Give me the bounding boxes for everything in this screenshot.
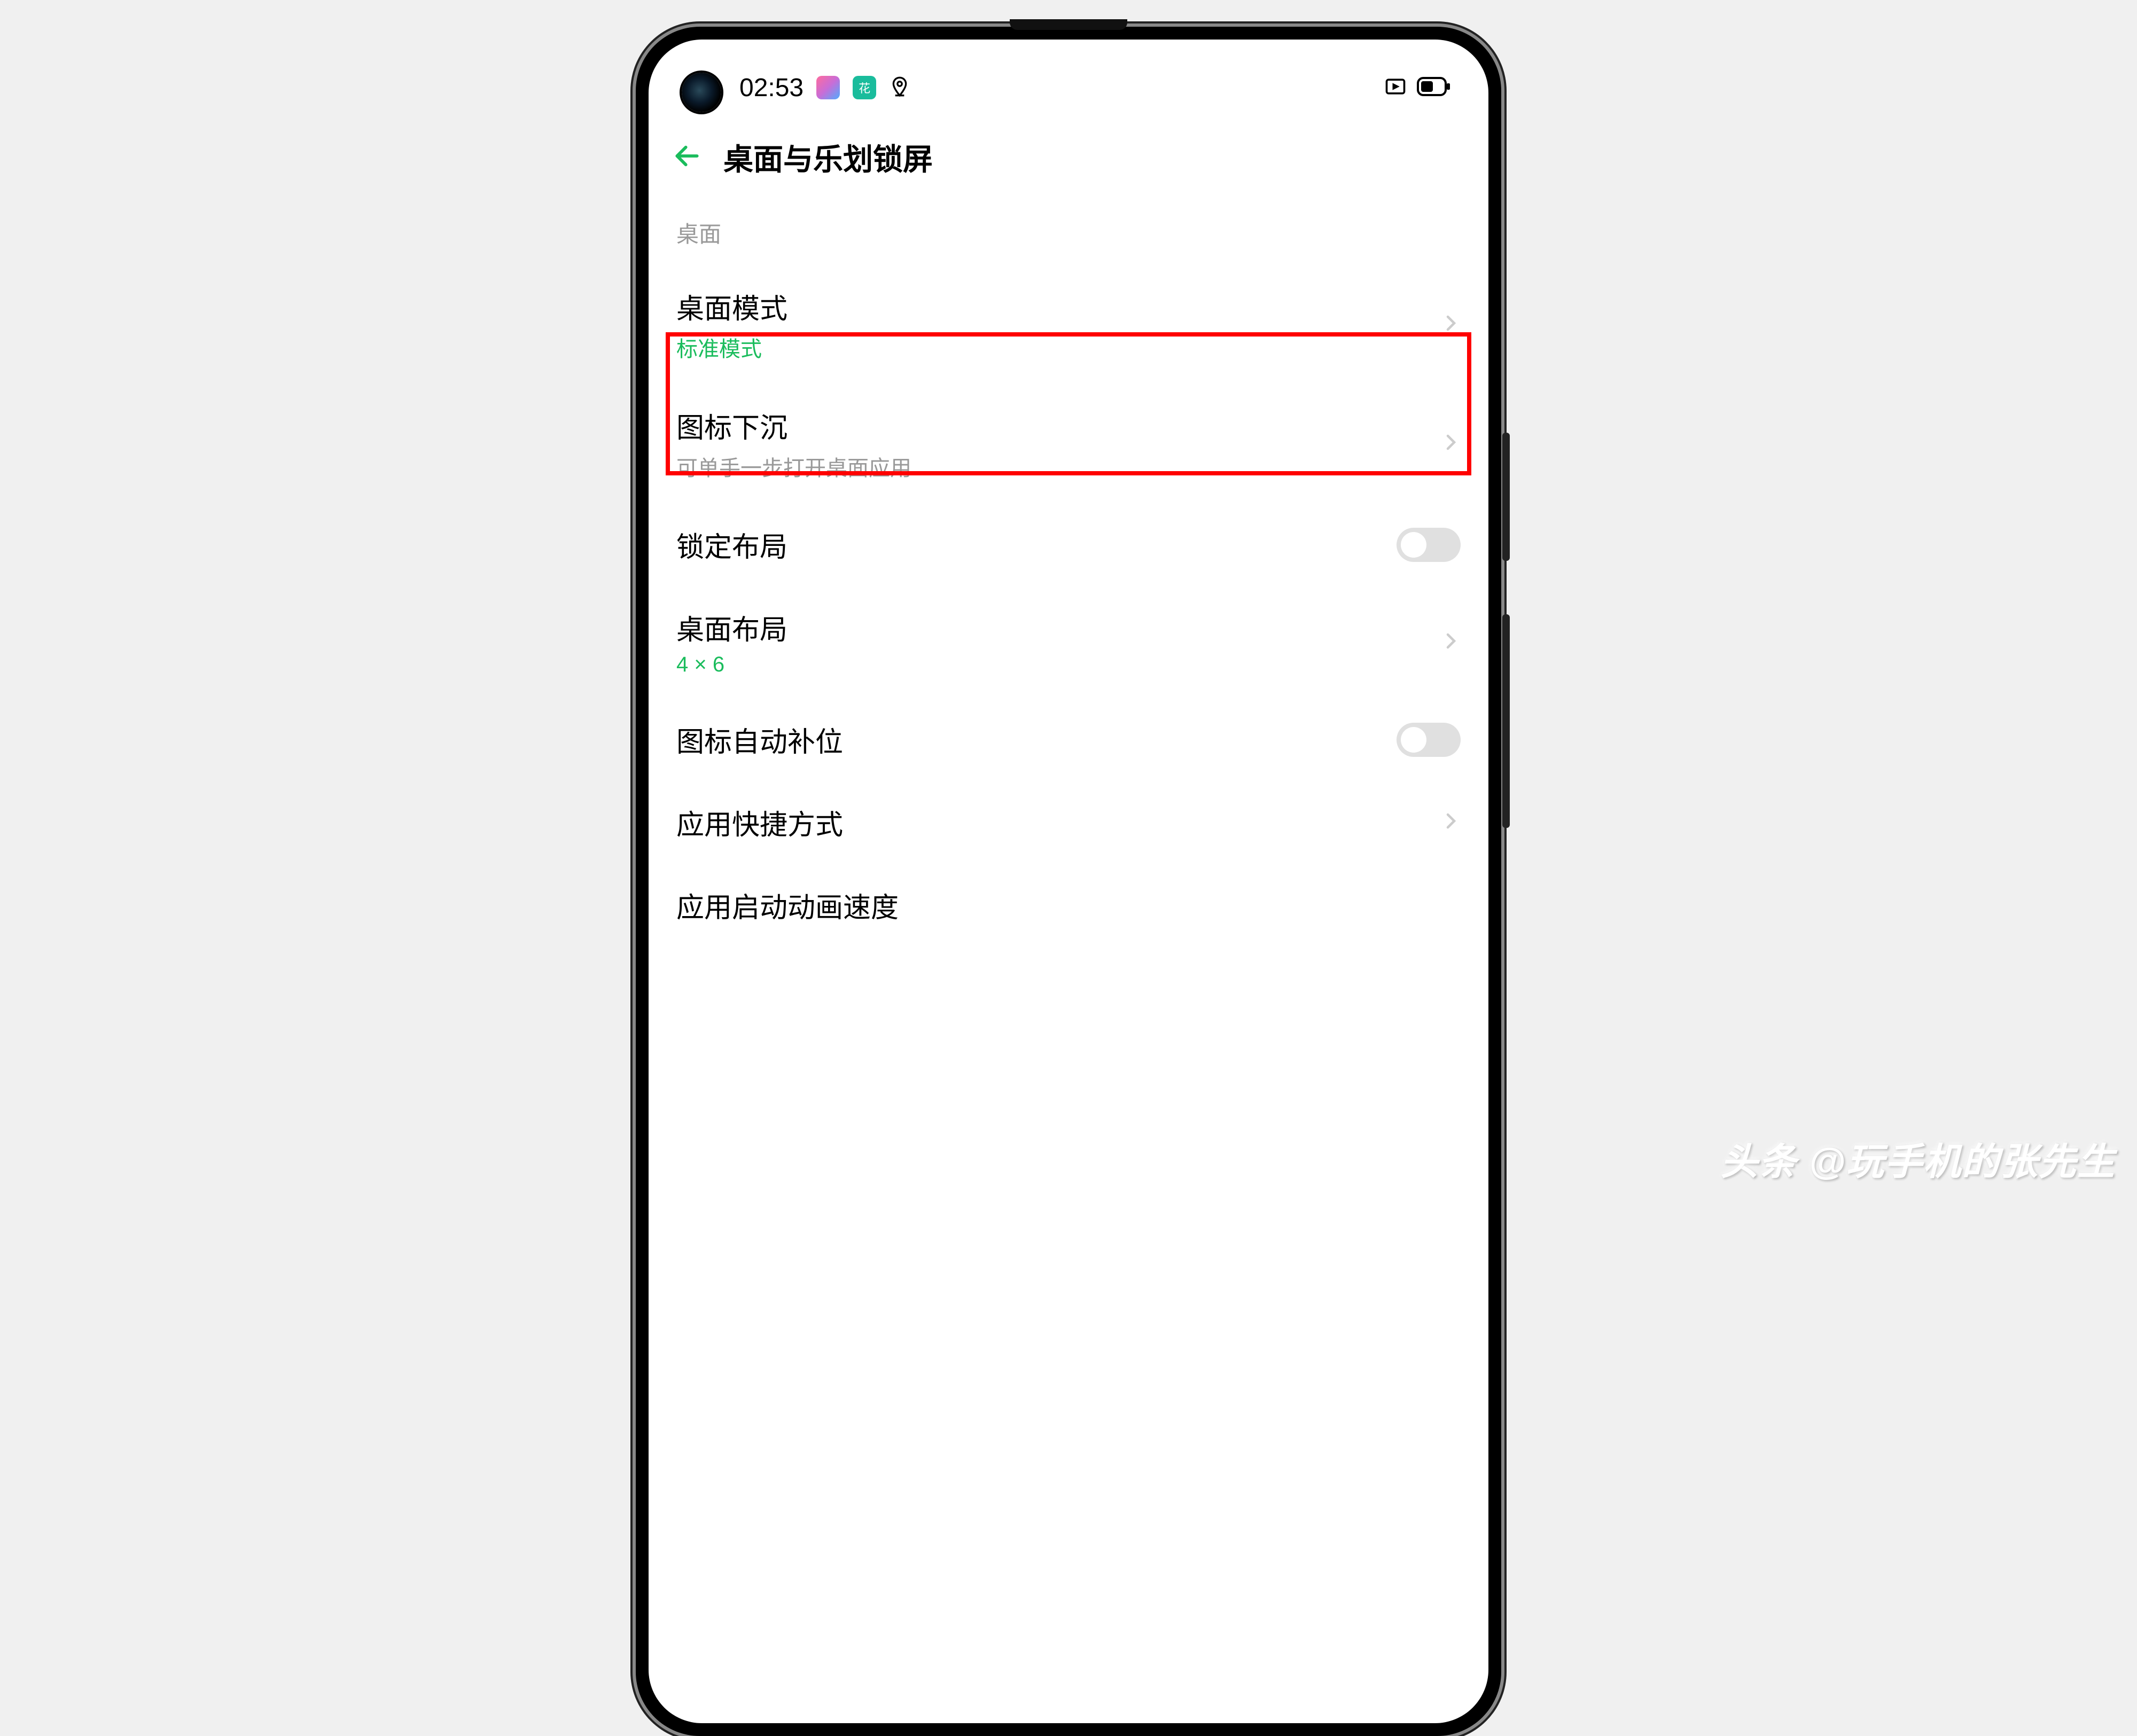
status-left: 02:53 花: [739, 73, 910, 103]
item-title: 桌面模式: [676, 286, 787, 326]
speaker-slot: [1010, 19, 1127, 30]
battery-icon: [1417, 76, 1451, 100]
item-icon-autofill[interactable]: 图标自动补位: [649, 698, 1488, 781]
item-title: 应用快捷方式: [676, 802, 843, 842]
status-app-icon-2: 花: [853, 76, 876, 99]
toggle-icon-autofill[interactable]: [1397, 723, 1461, 757]
item-desktop-layout[interactable]: 桌面布局 4 × 6: [649, 586, 1488, 698]
item-title: 应用启动动画速度: [676, 885, 899, 925]
back-arrow-icon[interactable]: [672, 141, 702, 174]
status-bar: 02:53 花: [649, 40, 1488, 114]
item-app-shortcut[interactable]: 应用快捷方式: [649, 781, 1488, 864]
status-right: [1384, 75, 1451, 101]
page-title: 桌面与乐划锁屏: [723, 136, 933, 179]
toggle-lock-layout[interactable]: [1397, 528, 1461, 562]
screencast-icon: [1384, 75, 1407, 101]
item-lock-layout[interactable]: 锁定布局: [649, 503, 1488, 586]
chevron-right-icon: [1441, 631, 1461, 653]
status-clock: 02:53: [739, 73, 804, 103]
item-subtitle: 标准模式: [676, 332, 787, 363]
nav-bar: 桌面与乐划锁屏: [649, 114, 1488, 206]
status-app-icon-1: [816, 76, 840, 99]
phone-frame: 02:53 花: [636, 27, 1501, 1736]
item-icon-sink[interactable]: 图标下沉 可单手一步打开桌面应用: [649, 384, 1488, 503]
item-title: 图标自动补位: [676, 720, 843, 760]
watermark-text: 头条 @玩手机的张先生: [1720, 1132, 2116, 1186]
item-subtitle: 4 × 6: [676, 653, 787, 677]
item-app-anim-speed[interactable]: 应用启动动画速度: [649, 864, 1488, 947]
item-title: 桌面布局: [676, 607, 787, 647]
chevron-right-icon: [1441, 314, 1461, 335]
toggle-knob: [1401, 532, 1426, 558]
side-button-power: [1502, 433, 1510, 561]
section-header-desktop: 桌面: [649, 206, 1488, 265]
camera-hole: [682, 73, 721, 112]
toggle-knob: [1401, 727, 1426, 753]
item-title: 图标下沉: [676, 405, 911, 445]
item-title: 锁定布局: [676, 525, 787, 565]
phone-screen: 02:53 花: [649, 40, 1488, 1723]
chevron-right-icon: [1441, 433, 1461, 455]
item-desktop-mode[interactable]: 桌面模式 标准模式: [649, 265, 1488, 384]
chevron-right-icon: [1441, 811, 1461, 833]
item-subtitle: 可单手一步打开桌面应用: [676, 451, 911, 482]
side-button-volume: [1502, 614, 1510, 828]
location-icon: [889, 76, 910, 100]
